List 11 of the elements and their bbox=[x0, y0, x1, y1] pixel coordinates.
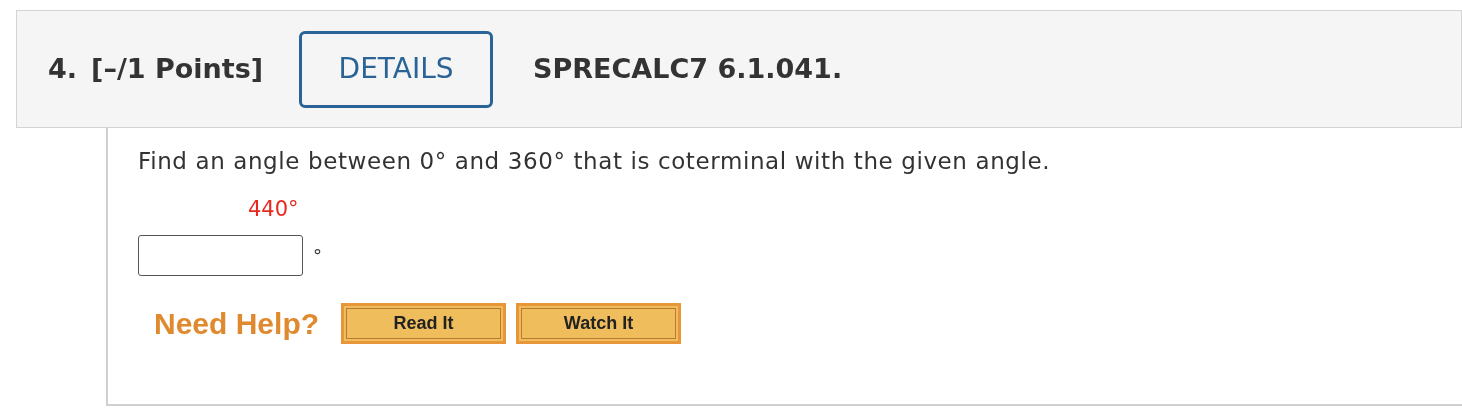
answer-field[interactable] bbox=[138, 235, 303, 276]
given-angle: 440° bbox=[248, 196, 299, 223]
help-button[interactable]: Watch It bbox=[516, 303, 682, 344]
question-prompt: Find an angle between 0° and 360° that is coterminal with the given angle. bbox=[138, 147, 1051, 176]
degree-unit: ° bbox=[313, 246, 322, 265]
problem-id: SPRECALC7 6.1.041. bbox=[533, 51, 843, 86]
question-number: 4. bbox=[48, 51, 78, 86]
help-button[interactable]: Read It bbox=[341, 303, 507, 344]
points-label: [–/1 Points] bbox=[91, 51, 264, 86]
need-help-label: Need Help? bbox=[154, 306, 320, 342]
details-button[interactable]: DETAILS bbox=[299, 30, 494, 108]
